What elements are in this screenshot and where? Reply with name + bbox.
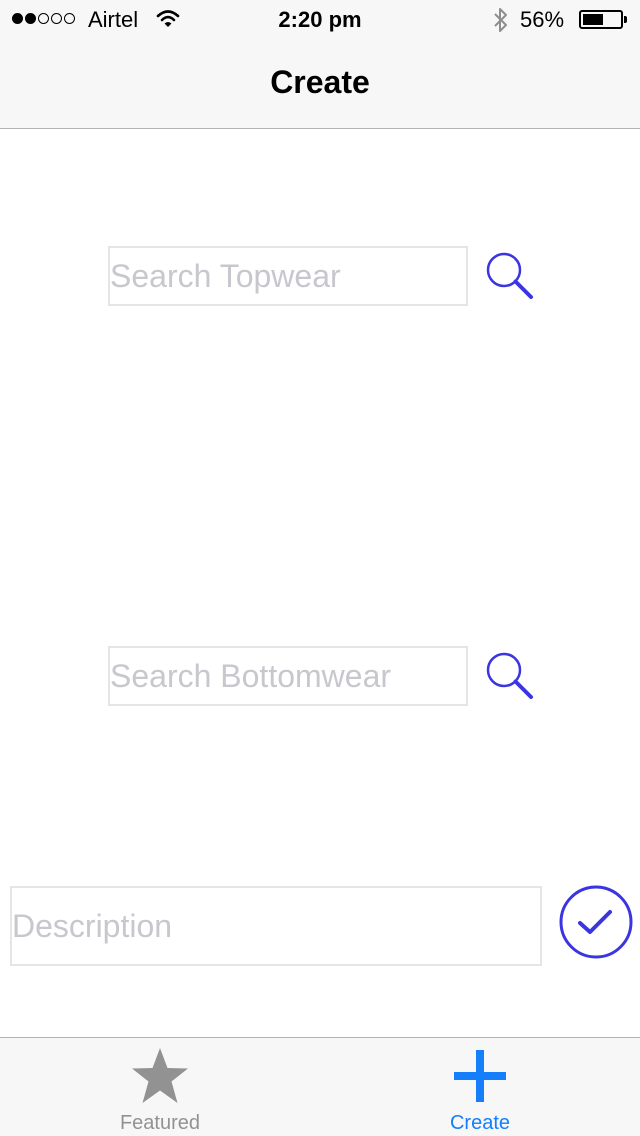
battery-nub — [624, 16, 627, 23]
search-topwear-input[interactable] — [108, 246, 468, 306]
battery-icon — [579, 10, 627, 29]
search-icon — [486, 252, 533, 299]
bluetooth-icon — [492, 7, 510, 39]
checkmark-circle-icon — [559, 885, 633, 959]
navigation-bar: Create — [0, 40, 640, 129]
star-icon — [132, 1048, 188, 1103]
create-screen: Airtel 2:20 pm 56% Create Search Topwear… — [0, 0, 640, 1136]
search-bottomwear-button[interactable] — [484, 650, 536, 702]
battery-percentage: 56% — [520, 7, 565, 32]
plus-icon — [454, 1050, 506, 1102]
description-input[interactable] — [10, 886, 542, 966]
search-bottomwear-input[interactable] — [108, 646, 468, 706]
submit-button[interactable] — [558, 884, 634, 960]
search-icon — [486, 652, 533, 699]
tab-featured[interactable]: Featured — [0, 1038, 320, 1136]
tab-create[interactable]: Create — [320, 1038, 640, 1136]
tab-bar: Featured Create — [0, 1037, 640, 1136]
tab-featured-label: Featured — [119, 1112, 201, 1134]
search-topwear-button[interactable] — [484, 250, 536, 302]
page-title: Create — [270, 64, 370, 100]
tab-create-label: Create — [449, 1112, 511, 1134]
status-bar: Airtel 2:20 pm 56% — [0, 0, 640, 40]
battery-level — [583, 14, 603, 25]
